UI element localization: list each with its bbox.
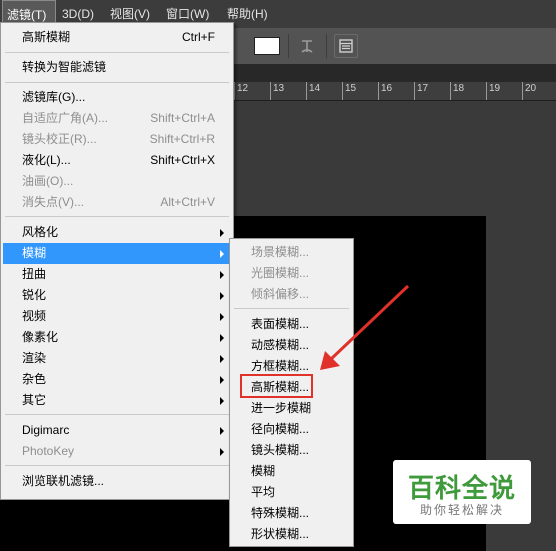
watermark-subtitle: 助你轻松解决: [419, 503, 504, 517]
watermark-title: 百科全说: [407, 473, 516, 503]
watermark-logo: 百科全说 助你轻松解决: [393, 460, 531, 524]
